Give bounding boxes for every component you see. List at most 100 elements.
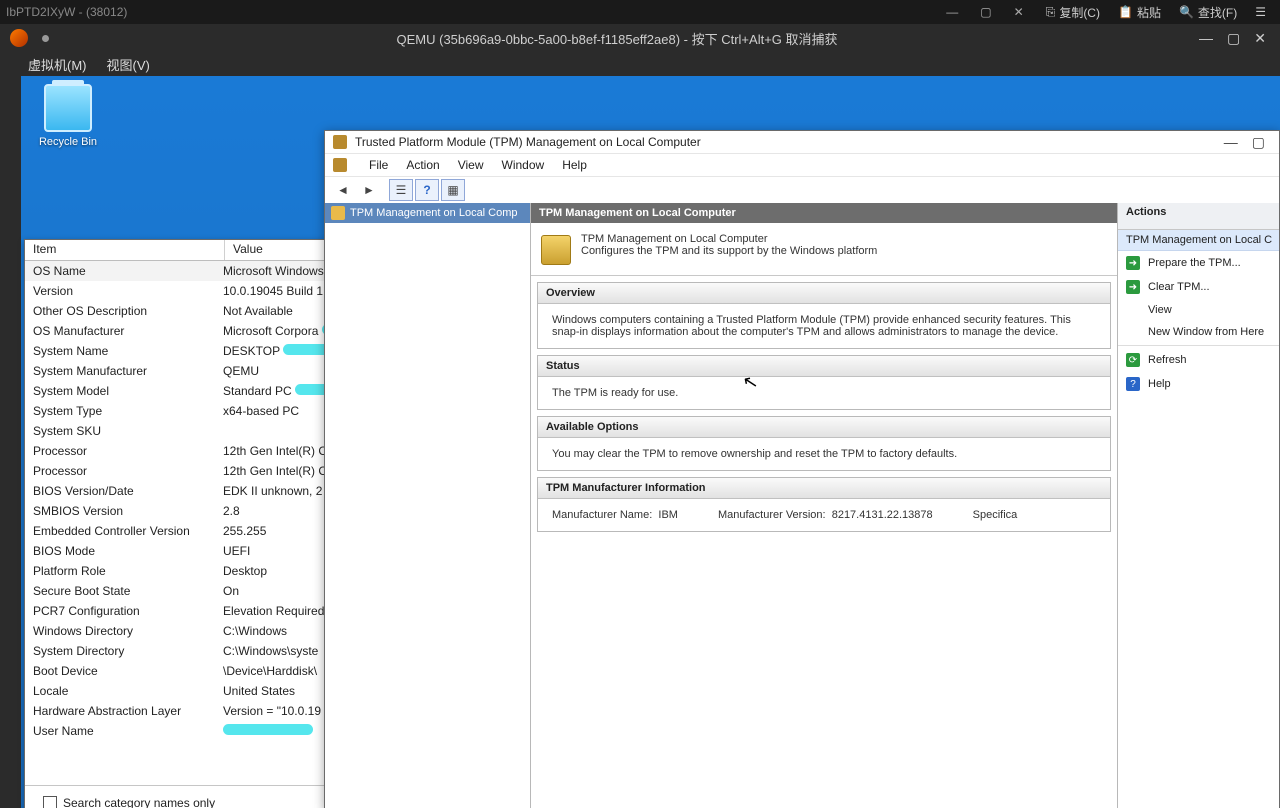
actions-pane[interactable]: Actions TPM Management on Local C ➜Prepa… — [1118, 203, 1279, 808]
qemu-menubar: 虚拟机(M) 视图(V) — [0, 52, 1280, 76]
action-help[interactable]: ?Help — [1118, 372, 1279, 396]
msinfo-item: PCR7 Configuration — [25, 601, 223, 621]
overview-panel: Overview Windows computers containing a … — [537, 282, 1111, 349]
help-toolbar-button[interactable]: ? — [415, 179, 439, 201]
menu-help[interactable]: Help — [562, 158, 587, 172]
msinfo-item: Embedded Controller Version — [25, 521, 223, 541]
action-view[interactable]: View — [1118, 299, 1279, 321]
msinfo-item: OS Name — [25, 261, 223, 281]
menu-action[interactable]: Action — [406, 158, 439, 172]
menu-file[interactable]: File — [369, 158, 388, 172]
close-icon[interactable]: ✕ — [1254, 30, 1266, 47]
msinfo-row[interactable]: Processor12th Gen Intel(R) C — [25, 441, 344, 461]
msinfo-row[interactable]: Other OS DescriptionNot Available — [25, 301, 344, 321]
msinfo-item: Processor — [25, 461, 223, 481]
msinfo-item: Processor — [25, 441, 223, 461]
copy-icon: ⎘ — [1046, 5, 1056, 20]
find-button[interactable]: 🔍查找(F) — [1179, 4, 1237, 21]
maximize-icon[interactable]: ▢ — [1227, 30, 1240, 47]
paste-button[interactable]: 📋粘贴 — [1118, 4, 1161, 21]
show-hide-tree-button[interactable]: ☰ — [389, 179, 413, 201]
msinfo-row[interactable]: OS ManufacturerMicrosoft Corpora — [25, 321, 344, 341]
show-hide-action-button[interactable]: ▦ — [441, 179, 465, 201]
msinfo-row[interactable]: OS NameMicrosoft Windows — [25, 261, 344, 281]
guest-desktop[interactable]: 🔍 Recycle Bin Item Value OS NameMicrosof… — [21, 76, 1280, 808]
msinfo-columns: Item Value — [25, 240, 344, 261]
menu-vm[interactable]: 虚拟机(M) — [28, 55, 87, 74]
forward-button[interactable]: ► — [357, 179, 381, 201]
msinfo-body[interactable]: OS NameMicrosoft WindowsVersion10.0.1904… — [25, 261, 344, 776]
msinfo-row[interactable]: BIOS ModeUEFI — [25, 541, 344, 561]
redaction-mark — [223, 724, 313, 735]
arrow-right-icon: ➜ — [1126, 256, 1140, 270]
msinfo-row[interactable]: Windows DirectoryC:\Windows — [25, 621, 344, 641]
msinfo-row[interactable]: System SKU — [25, 421, 344, 441]
intro-subtitle: Configures the TPM and its support by th… — [581, 245, 877, 257]
qemu-titlebar[interactable]: QEMU (35b696a9-0bbc-5a00-b8ef-f1185eff2a… — [0, 24, 1280, 52]
msinfo-row[interactable]: System ModelStandard PC — [25, 381, 344, 401]
msinfo-row[interactable]: Embedded Controller Version255.255 — [25, 521, 344, 541]
msinfo-item: System Directory — [25, 641, 223, 661]
menu-view[interactable]: View — [458, 158, 484, 172]
msinfo-row[interactable]: SMBIOS Version2.8 — [25, 501, 344, 521]
maximize-icon[interactable]: ▢ — [1252, 134, 1265, 151]
msinfo-row[interactable]: System Typex64-based PC — [25, 401, 344, 421]
msinfo-row[interactable]: User Name — [25, 721, 344, 741]
minimize-icon[interactable]: — — [946, 5, 958, 19]
search-category-checkbox[interactable] — [43, 796, 57, 808]
recycle-bin-label: Recycle Bin — [33, 136, 103, 148]
available-title: Available Options — [538, 417, 1110, 438]
msinfo-row[interactable]: Version10.0.19045 Build 1 — [25, 281, 344, 301]
minimize-icon[interactable]: — — [1224, 134, 1238, 151]
tpm-main-pane[interactable]: TPM Management on Local Computer TPM Man… — [531, 203, 1118, 808]
msinfo-item: Other OS Description — [25, 301, 223, 321]
mfr-version-value: 8217.4131.22.13878 — [832, 509, 933, 521]
msinfo-item: BIOS Mode — [25, 541, 223, 561]
menu-window[interactable]: Window — [502, 158, 545, 172]
msinfo-row[interactable]: PCR7 ConfigurationElevation Required — [25, 601, 344, 621]
menu-view[interactable]: 视图(V) — [107, 55, 150, 74]
msinfo-row[interactable]: BIOS Version/DateEDK II unknown, 2 — [25, 481, 344, 501]
msinfo-item: BIOS Version/Date — [25, 481, 223, 501]
minimize-icon[interactable]: — — [1199, 30, 1213, 47]
tree-node-tpm[interactable]: TPM Management on Local Comp — [325, 203, 530, 223]
action-prepare-tpm[interactable]: ➜Prepare the TPM... — [1118, 251, 1279, 275]
actions-header: Actions — [1118, 203, 1279, 230]
tpm-titlebar[interactable]: Trusted Platform Module (TPM) Management… — [325, 131, 1279, 154]
action-clear-tpm[interactable]: ➜Clear TPM... — [1118, 275, 1279, 299]
msinfo-row[interactable]: System ManufacturerQEMU — [25, 361, 344, 381]
msinfo-row[interactable]: Secure Boot StateOn — [25, 581, 344, 601]
back-button[interactable]: ◄ — [331, 179, 355, 201]
chip-icon — [541, 235, 571, 265]
mfr-name-label: Manufacturer Name: — [552, 509, 652, 521]
msinfo-row[interactable]: Hardware Abstraction LayerVersion = "10.… — [25, 701, 344, 721]
column-item[interactable]: Item — [25, 240, 225, 260]
host-topbar: IbPTD2IXyW - (38012) — ▢ ✕ ⎘复制(C) 📋粘贴 🔍查… — [0, 0, 1280, 24]
msinfo-row[interactable]: LocaleUnited States — [25, 681, 344, 701]
recycle-bin[interactable]: Recycle Bin — [33, 84, 103, 148]
status-panel: Status The TPM is ready for use. — [537, 355, 1111, 410]
system-information-window[interactable]: Item Value OS NameMicrosoft WindowsVersi… — [24, 239, 345, 808]
msinfo-row[interactable]: Processor12th Gen Intel(R) C — [25, 461, 344, 481]
maximize-icon[interactable]: ▢ — [980, 5, 991, 19]
msinfo-row[interactable]: Boot Device\Device\Harddisk\ — [25, 661, 344, 681]
overview-body: Windows computers containing a Trusted P… — [538, 304, 1110, 348]
record-dot-icon — [42, 35, 49, 42]
msinfo-item: System Name — [25, 341, 223, 361]
menu-icon[interactable]: ☰ — [1255, 5, 1266, 19]
msinfo-row[interactable]: System NameDESKTOP — [25, 341, 344, 361]
tpm-tree-pane[interactable]: TPM Management on Local Comp ↖ — [325, 203, 531, 808]
arrow-right-icon: ➜ — [1126, 280, 1140, 294]
copy-button[interactable]: ⎘复制(C) — [1046, 4, 1100, 21]
separator — [1118, 345, 1279, 346]
action-new-window[interactable]: New Window from Here — [1118, 321, 1279, 343]
action-refresh[interactable]: ⟳Refresh — [1118, 348, 1279, 372]
msinfo-row[interactable]: System DirectoryC:\Windows\syste — [25, 641, 344, 661]
tpm-mmc-window[interactable]: Trusted Platform Module (TPM) Management… — [324, 130, 1280, 808]
available-options-panel: Available Options You may clear the TPM … — [537, 416, 1111, 471]
manufacturer-title: TPM Manufacturer Information — [538, 478, 1110, 499]
available-body: You may clear the TPM to remove ownershi… — [538, 438, 1110, 470]
msinfo-row[interactable]: Platform RoleDesktop — [25, 561, 344, 581]
tpm-menubar: File Action View Window Help — [325, 154, 1279, 177]
close-icon[interactable]: ✕ — [1014, 5, 1024, 19]
